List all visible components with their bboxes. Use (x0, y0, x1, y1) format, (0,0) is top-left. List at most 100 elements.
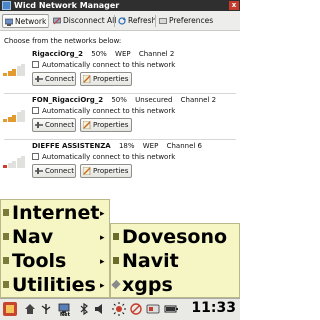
preferences-button[interactable]: Preferences (157, 14, 213, 28)
bluetooth-icon[interactable] (78, 303, 90, 315)
connect-icon (35, 168, 43, 174)
properties-button[interactable]: Properties (80, 72, 132, 86)
usb-icon[interactable] (40, 303, 52, 315)
menu-item-xgps[interactable]: xgps (111, 273, 239, 297)
connect-button[interactable]: Connect (32, 118, 76, 132)
disconnect-all-label: Disconnect All (63, 16, 117, 25)
clock: 11:33 (191, 300, 236, 316)
signal-bar (3, 73, 7, 76)
auto-connect-label: Automatically connect to this network (42, 153, 176, 161)
brightness-icon[interactable] (112, 302, 126, 316)
auto-connect-row: Automatically connect to this network (32, 107, 175, 115)
menu-item-label: xgps (122, 274, 173, 296)
signal-bar (12, 160, 16, 168)
network-button[interactable]: Network (2, 14, 50, 28)
menu-item-label: Nav (12, 226, 54, 248)
properties-label: Properties (93, 167, 129, 175)
network-entry: FON_RigacciOrg_2 50% Unsecured Channel 2… (0, 96, 240, 140)
menu-item-label: Internet (12, 202, 100, 224)
connect-icon (35, 76, 43, 82)
connect-icon (35, 122, 43, 128)
refresh-button[interactable]: Refresh (116, 14, 156, 28)
network-entry: DIEFFE ASSISTENZA 18% WEP Channel 6 Auto… (0, 142, 240, 186)
submenu-arrow-icon: ▸ (100, 281, 105, 291)
signal-bar (7, 70, 12, 76)
window-titlebar: Wicd Network Manager x (0, 0, 240, 11)
submenu-arrow-icon: ▸ (100, 209, 105, 219)
taskbar: Net 11:33 (0, 298, 240, 320)
signal-bar (21, 110, 25, 122)
network-strength: 50% (91, 50, 107, 58)
preferences-label: Preferences (169, 16, 214, 25)
menu-item-label: Utilities (12, 274, 96, 296)
menu-item-internet[interactable]: Internet ▸ (1, 201, 109, 225)
network-info: DIEFFE ASSISTENZA 18% WEP Channel 6 (32, 142, 202, 150)
toolbar-separator (48, 15, 49, 27)
properties-button[interactable]: Properties (80, 164, 132, 178)
network-channel: Channel 2 (180, 96, 217, 104)
menu-item-navit[interactable]: Navit (111, 249, 239, 273)
main-menu: Internet ▸ Nav ▸ Tools ▸ Utilities ▸ (0, 199, 110, 298)
signal-strength-icon (3, 156, 25, 168)
network-security: WEP (115, 50, 131, 58)
refresh-icon (118, 17, 126, 25)
battery-icon[interactable] (164, 303, 178, 315)
signal-bar (21, 64, 25, 76)
refresh-label: Refresh (128, 16, 157, 25)
signal-strength-icon (3, 64, 25, 76)
connect-button[interactable]: Connect (32, 72, 76, 86)
network-divider (4, 93, 236, 94)
signal-bar (3, 165, 7, 168)
properties-button[interactable]: Properties (80, 118, 132, 132)
network-divider (4, 139, 236, 140)
speaker-icon[interactable] (94, 303, 106, 315)
properties-icon (83, 167, 91, 175)
properties-icon (83, 75, 91, 83)
preferences-icon (159, 18, 167, 24)
auto-connect-label: Automatically connect to this network (42, 61, 176, 69)
auto-connect-checkbox[interactable] (32, 61, 39, 68)
connect-label: Connect (45, 121, 74, 129)
menu-item-tools[interactable]: Tools ▸ (1, 249, 109, 273)
menu-item-icon (3, 209, 9, 216)
menu-item-dovesono[interactable]: Dovesono (111, 225, 239, 249)
network-strength: 18% (118, 142, 135, 150)
auto-connect-checkbox[interactable] (32, 153, 39, 160)
wicd-app-icon (2, 1, 11, 10)
signal-bar (3, 119, 7, 122)
close-window-button[interactable]: x (229, 1, 239, 10)
auto-connect-label: Automatically connect to this network (42, 107, 176, 115)
network-name: RigacciOrg_2 (32, 50, 84, 58)
sim-card-icon[interactable] (146, 303, 160, 315)
start-menu-icon[interactable] (3, 302, 17, 316)
network-list-prompt: Choose from the networks below: (4, 37, 122, 45)
signal-bar (16, 112, 21, 122)
signal-strength-icon (3, 110, 25, 122)
network-entry: RigacciOrg_2 50% WEP Channel 2 Automatic… (0, 50, 240, 94)
menu-item-icon (3, 257, 9, 264)
disconnect-all-button[interactable]: Disconnect All (51, 14, 116, 28)
network-name: FON_RigacciOrg_2 (32, 96, 104, 104)
signal-bar (16, 158, 21, 168)
menu-item-nav[interactable]: Nav ▸ (1, 225, 109, 249)
connect-label: Connect (45, 75, 74, 83)
network-security: Unsecured (135, 96, 173, 104)
menu-item-label: Navit (122, 250, 179, 272)
properties-icon (83, 121, 91, 129)
signal-bar (21, 156, 25, 168)
no-gps-icon[interactable] (130, 303, 142, 315)
connect-label: Connect (45, 167, 74, 175)
signal-bar (12, 114, 16, 122)
menu-item-utilities[interactable]: Utilities ▸ (1, 273, 109, 297)
home-icon[interactable] (24, 303, 36, 315)
menu-item-icon (3, 281, 9, 288)
submenu-arrow-icon: ▸ (100, 257, 105, 267)
signal-bar (7, 116, 12, 122)
signal-bar (12, 68, 16, 76)
menu-item-icon (111, 279, 121, 290)
menu-item-label: Dovesono (122, 226, 228, 248)
connect-button[interactable]: Connect (32, 164, 76, 178)
menu-item-icon (113, 233, 119, 240)
auto-connect-checkbox[interactable] (32, 107, 39, 114)
submenu-arrow-icon: ▸ (100, 233, 105, 243)
